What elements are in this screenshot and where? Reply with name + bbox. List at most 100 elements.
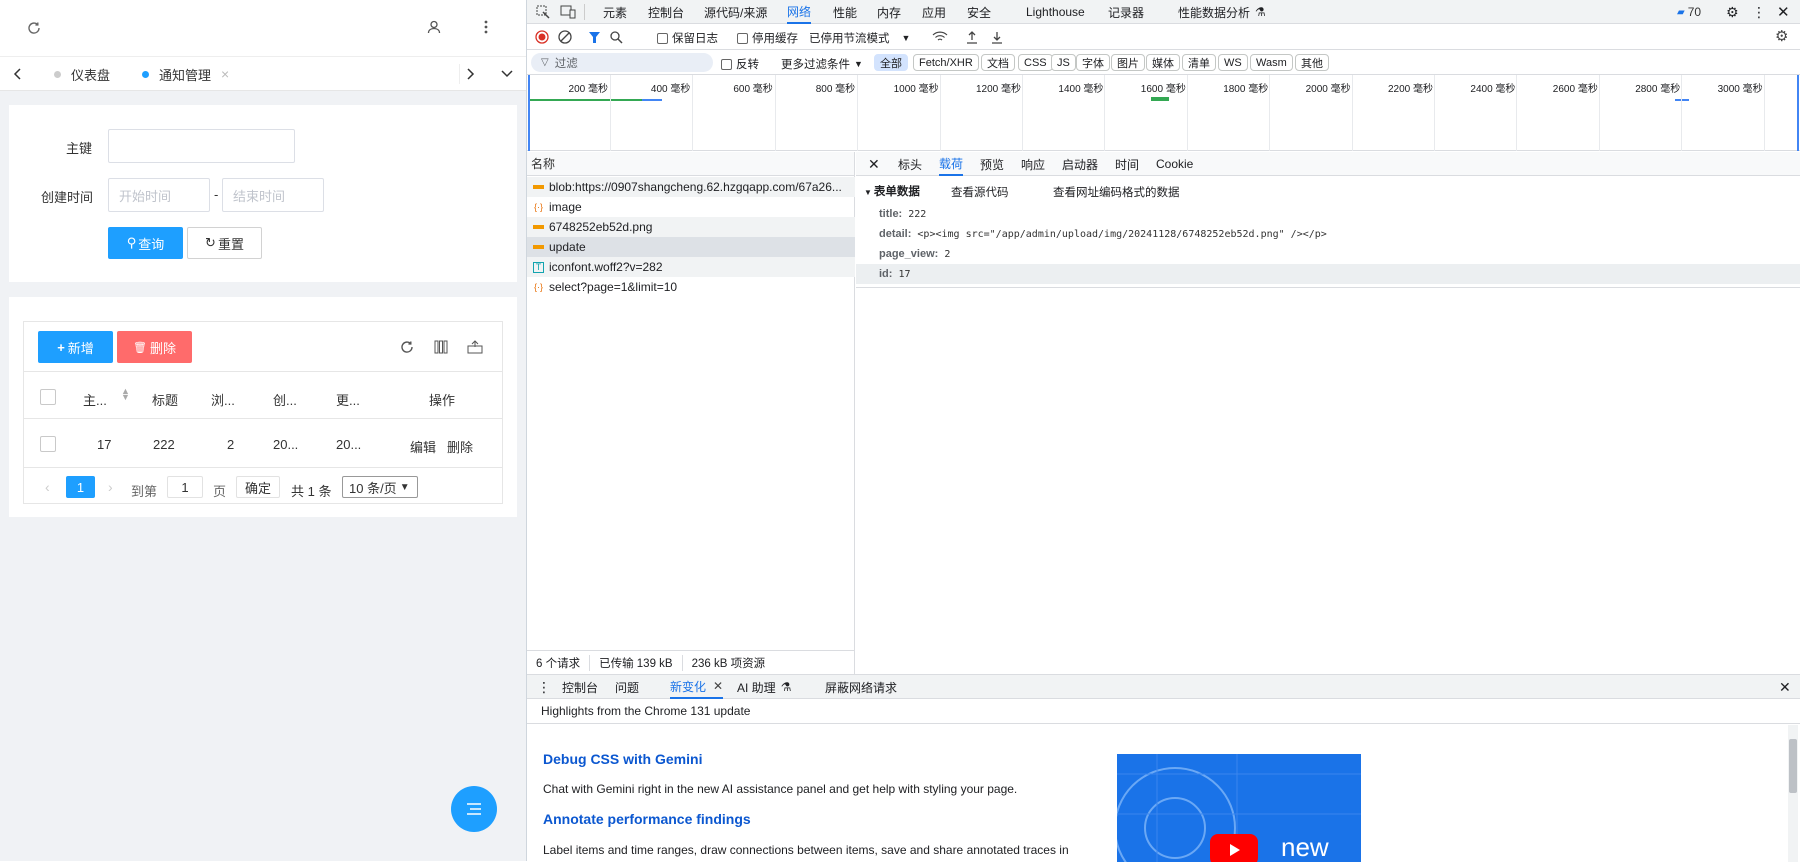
row-checkbox[interactable] xyxy=(40,436,56,452)
network-overview-timeline[interactable]: 200 毫秒 400 毫秒 600 毫秒 800 毫秒 1000 毫秒 1200 毫秒 14… xyxy=(527,75,1800,151)
chevron-right-icon[interactable] xyxy=(459,64,479,84)
invert-checkbox[interactable]: 反转 xyxy=(721,56,759,72)
chevron-left-icon[interactable] xyxy=(8,64,28,84)
type-all[interactable]: 全部 xyxy=(874,54,908,71)
more-vertical-icon[interactable]: ⋮ xyxy=(537,675,551,699)
tab-initiator[interactable]: 启动器 xyxy=(1062,152,1098,176)
end-time-input[interactable]: 结束时间 xyxy=(222,178,324,212)
tab-network[interactable]: 网络 xyxy=(787,0,812,24)
video-thumbnail[interactable]: new xyxy=(1117,754,1361,862)
issues-badge[interactable]: ▰ 70 xyxy=(1677,0,1701,24)
type-other[interactable]: 其他 xyxy=(1295,54,1329,71)
record-icon[interactable] xyxy=(534,29,550,45)
upload-icon[interactable] xyxy=(964,29,980,45)
type-wasm[interactable]: Wasm xyxy=(1250,54,1293,71)
download-icon[interactable] xyxy=(989,29,1005,45)
throttle-select[interactable]: 已停用节流模式 ▼ xyxy=(809,30,910,46)
scrollbar[interactable] xyxy=(1788,725,1798,862)
type-media[interactable]: 媒体 xyxy=(1146,54,1180,71)
disable-cache-checkbox[interactable]: 停用缓存 xyxy=(737,30,798,46)
sort-icon[interactable]: ▲ ▼ xyxy=(121,387,130,402)
tab-memory[interactable]: 内存 xyxy=(877,0,901,24)
tab-console[interactable]: 控制台 xyxy=(648,0,684,24)
form-data-section[interactable]: ▼ 表单数据 xyxy=(864,183,920,199)
filter-input[interactable]: ▽ 过滤 xyxy=(531,53,713,72)
play-icon[interactable] xyxy=(1210,834,1258,862)
columns-icon[interactable] xyxy=(431,337,451,357)
tab-dashboard[interactable]: 仪表盘 xyxy=(54,57,110,91)
delete-button[interactable]: 🗑 删除 xyxy=(117,331,192,363)
close-icon[interactable]: ✕ xyxy=(713,679,723,693)
type-img[interactable]: 图片 xyxy=(1111,54,1145,71)
close-icon[interactable]: × xyxy=(221,66,229,82)
column-header-id[interactable]: 主... xyxy=(83,390,107,409)
preserve-log-checkbox[interactable]: 保留日志 xyxy=(657,30,718,46)
name-column-header[interactable]: 名称 xyxy=(527,152,854,176)
tab-security[interactable]: 安全 xyxy=(967,0,991,24)
refresh-icon[interactable] xyxy=(24,18,44,38)
timeline-handle[interactable] xyxy=(1797,75,1799,151)
tab-payload[interactable]: 载荷 xyxy=(939,152,964,176)
settings-icon[interactable]: ⚙ xyxy=(1775,27,1788,45)
inspect-icon[interactable] xyxy=(535,4,551,20)
refresh-icon[interactable] xyxy=(397,337,417,357)
page-current[interactable]: 1 xyxy=(66,476,95,498)
confirm-button[interactable]: 确定 xyxy=(236,476,280,498)
tab-timing[interactable]: 时间 xyxy=(1115,152,1139,176)
drawer-tab-ai-assistance[interactable]: AI 助理 ⚗ xyxy=(737,675,791,699)
tab-elements[interactable]: 元素 xyxy=(603,0,627,24)
close-icon[interactable]: ✕ xyxy=(868,152,880,176)
tab-lighthouse[interactable]: Lighthouse xyxy=(1026,0,1085,24)
drawer-tab-issues[interactable]: 问题 xyxy=(615,675,639,699)
close-icon[interactable]: ✕ xyxy=(1779,675,1791,699)
search-icon[interactable] xyxy=(608,29,624,45)
clear-icon[interactable] xyxy=(557,29,573,45)
drawer-tab-whats-new[interactable]: 新变化 ✕ xyxy=(670,675,724,699)
page-size-select[interactable]: 10 条/页 ▼ xyxy=(342,476,418,498)
tab-preview[interactable]: 预览 xyxy=(980,152,1004,176)
drawer-tab-request-blocking[interactable]: 屏蔽网络请求 xyxy=(825,675,897,699)
type-ws[interactable]: WS xyxy=(1218,54,1248,71)
more-filters-dropdown[interactable]: 更多过滤条件 ▼ xyxy=(781,56,863,72)
type-fetch-xhr[interactable]: Fetch/XHR xyxy=(913,54,979,71)
chevron-down-icon[interactable] xyxy=(496,64,518,84)
tab-recorder[interactable]: 记录器 xyxy=(1108,0,1144,24)
tab-sources[interactable]: 源代码/来源 xyxy=(704,0,767,24)
view-source-link[interactable]: 查看源代码 xyxy=(951,184,1009,200)
next-page-icon[interactable]: › xyxy=(108,479,113,495)
reset-button[interactable]: ↻ 重置 xyxy=(187,227,262,259)
export-icon[interactable] xyxy=(465,337,485,357)
tab-performance-insights[interactable]: 性能数据分析 ⚗ xyxy=(1178,0,1266,24)
scrollbar-thumb[interactable] xyxy=(1789,739,1797,793)
request-row[interactable]: {·} select?page=1&limit=10 xyxy=(527,277,855,297)
settings-icon[interactable]: ⚙ xyxy=(1726,0,1739,24)
feature-title[interactable]: Debug CSS with Gemini xyxy=(543,751,702,767)
query-button[interactable]: ⚲ 查询 xyxy=(108,227,183,259)
type-font[interactable]: 字体 xyxy=(1076,54,1110,71)
request-row-selected[interactable]: update xyxy=(527,237,855,257)
filter-icon[interactable] xyxy=(586,29,602,45)
add-button[interactable]: + 新增 xyxy=(38,331,113,363)
request-row[interactable]: blob:https://0907shangcheng.62.hzgqapp.c… xyxy=(527,177,855,197)
request-row[interactable]: Ticonfont.woff2?v=282 xyxy=(527,257,855,277)
request-row[interactable]: {·} image xyxy=(527,197,855,217)
wifi-settings-icon[interactable] xyxy=(931,29,949,45)
view-url-encoded-link[interactable]: 查看网址编码格式的数据 xyxy=(1053,184,1180,200)
goto-input[interactable]: 1 xyxy=(167,476,203,498)
type-js[interactable]: JS xyxy=(1051,54,1076,71)
start-time-input[interactable]: 开始时间 xyxy=(108,178,210,212)
close-icon[interactable]: ✕ xyxy=(1777,0,1790,24)
type-doc[interactable]: 文档 xyxy=(981,54,1015,71)
edit-link[interactable]: 编辑 xyxy=(410,437,436,456)
tab-response[interactable]: 响应 xyxy=(1021,152,1045,176)
tab-performance[interactable]: 性能 xyxy=(833,0,857,24)
more-vertical-icon[interactable] xyxy=(476,17,496,37)
tab-cookie[interactable]: Cookie xyxy=(1156,152,1193,176)
device-toggle-icon[interactable] xyxy=(559,4,577,20)
tab-headers[interactable]: 标头 xyxy=(898,152,922,176)
floating-menu-button[interactable] xyxy=(451,786,497,832)
tab-notice-management[interactable]: 通知管理 × xyxy=(142,57,229,91)
delete-link[interactable]: 删除 xyxy=(447,437,473,456)
type-css[interactable]: CSS xyxy=(1018,54,1053,71)
type-manifest[interactable]: 清单 xyxy=(1182,54,1216,71)
